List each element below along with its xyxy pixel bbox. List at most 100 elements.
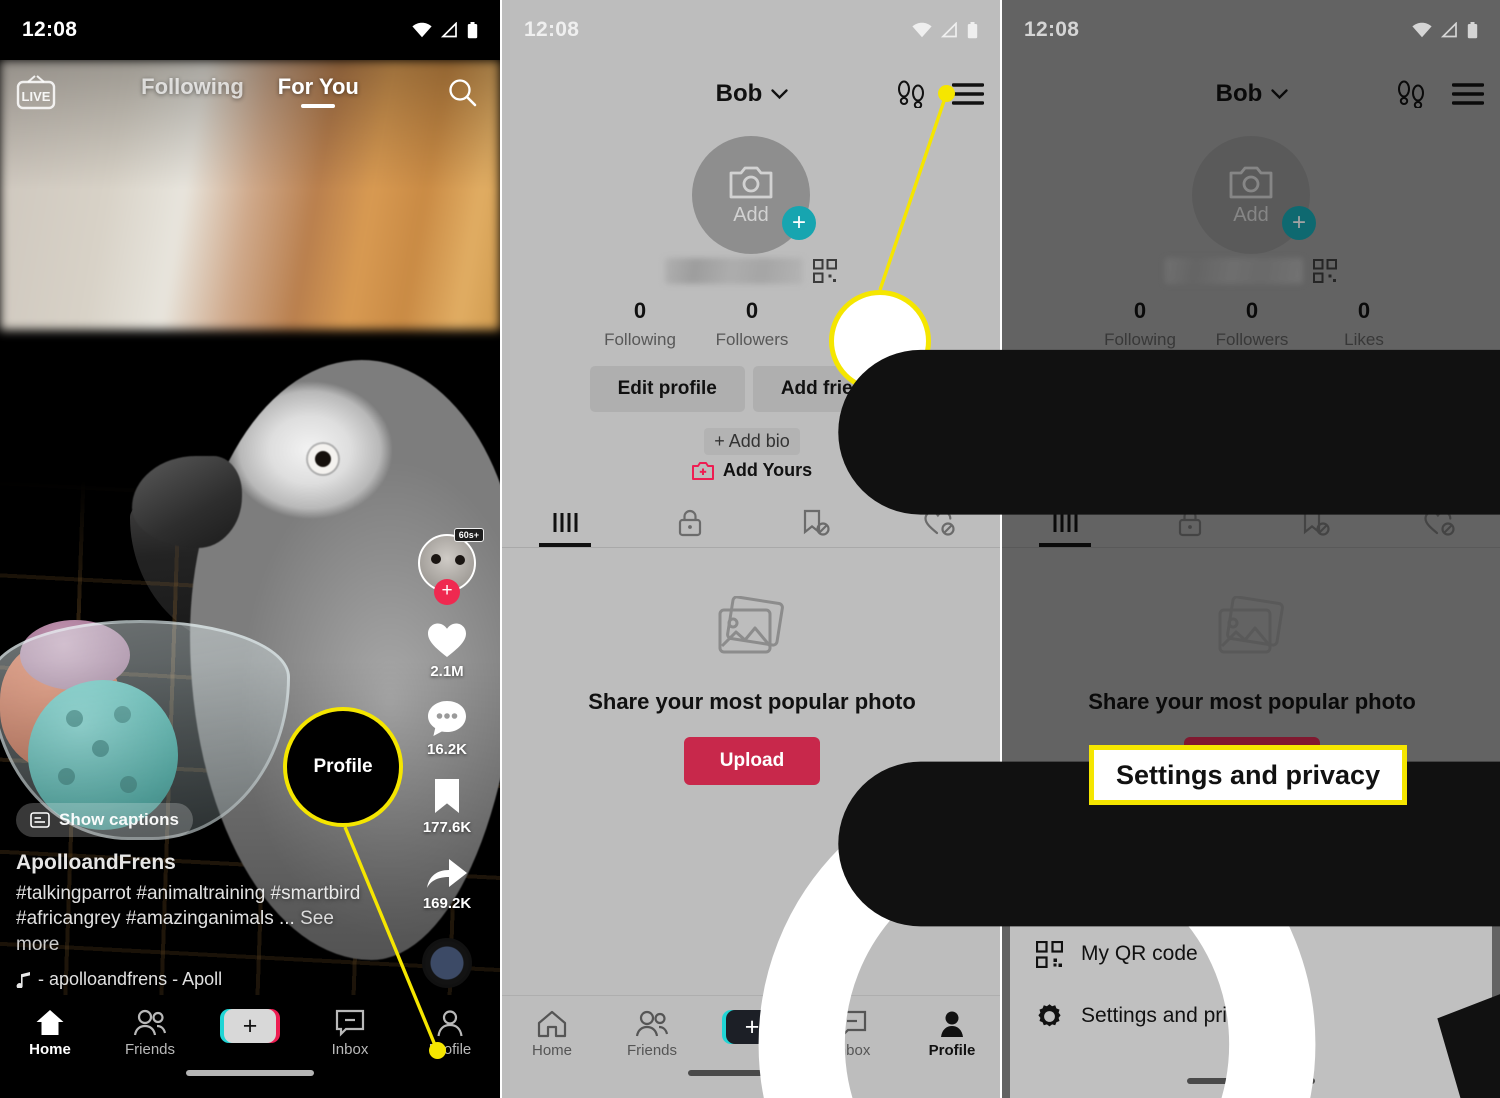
- nav-inbox[interactable]: Inbox: [802, 1010, 902, 1059]
- tab-private[interactable]: [627, 498, 752, 547]
- profile-avatar[interactable]: Add +: [692, 136, 816, 254]
- stat-following[interactable]: 0 Following: [584, 298, 696, 350]
- add-yours-label: Add Yours: [1222, 460, 1313, 480]
- stat-followers[interactable]: 0 Followers: [1196, 298, 1308, 350]
- tab-private[interactable]: [1127, 498, 1252, 547]
- create-plus-icon[interactable]: +: [220, 1009, 280, 1043]
- status-bar: 12:08: [0, 0, 500, 60]
- profile-icon: [437, 1010, 463, 1037]
- hamburger-menu-icon[interactable]: [952, 82, 984, 106]
- gear-icon: [1038, 1003, 1061, 1026]
- add-yours-row[interactable]: Add Yours: [502, 460, 1000, 481]
- stat-following[interactable]: 0 Following: [1084, 298, 1196, 350]
- hamburger-menu-icon[interactable]: [1452, 82, 1484, 106]
- wifi-icon: [1412, 22, 1432, 38]
- comment-action[interactable]: 16.2K: [426, 698, 468, 758]
- profile-bio: + Add bio: [1002, 428, 1500, 455]
- nav-profile-label: Profile: [928, 1042, 976, 1059]
- status-bar: 12:08: [502, 0, 1000, 60]
- tab-liked[interactable]: [1377, 498, 1500, 547]
- stat-followers[interactable]: 0 Followers: [696, 298, 808, 350]
- nav-create[interactable]: +: [702, 1010, 802, 1044]
- nav-home[interactable]: Home: [502, 1010, 602, 1059]
- status-bar-time: 12:08: [524, 18, 580, 41]
- battery-icon: [967, 21, 978, 38]
- create-plus-icon[interactable]: +: [722, 1010, 782, 1044]
- status-bar-time: 12:08: [1024, 18, 1080, 41]
- tab-for-you[interactable]: For You: [278, 74, 359, 108]
- profile-avatar[interactable]: Add +: [1192, 136, 1316, 254]
- show-captions-button[interactable]: Show captions: [16, 803, 193, 838]
- add-bio-button[interactable]: + Add bio: [1204, 428, 1300, 455]
- music-disc-icon[interactable]: [422, 938, 472, 988]
- battery-icon: [1467, 21, 1478, 38]
- nav-create[interactable]: +: [200, 1009, 300, 1043]
- tab-saved[interactable]: [1252, 498, 1377, 547]
- stat-likes[interactable]: 0 Likes: [1308, 298, 1420, 350]
- nav-profile[interactable]: Profile: [902, 1010, 1000, 1059]
- like-action[interactable]: 2.1M: [426, 620, 468, 680]
- profile-action-buttons: Edit profile Add friends: [1002, 366, 1500, 412]
- empty-state-title: Share your most popular photo: [588, 689, 916, 714]
- stat-likes-label: Likes: [1344, 330, 1384, 349]
- bookmark-action[interactable]: 177.6K: [423, 776, 471, 836]
- account-name: Bob: [1215, 80, 1263, 107]
- caption-hashtags[interactable]: #talkingparrot #animaltraining #smartbir…: [16, 881, 376, 957]
- menu-item-creator-tools[interactable]: Creator tools: [1010, 860, 1492, 922]
- tab-posts[interactable]: [502, 498, 627, 547]
- heart-off-icon: [923, 510, 955, 536]
- add-yours-row[interactable]: Add Yours: [1002, 460, 1500, 481]
- avatar-add-button[interactable]: +: [782, 206, 816, 240]
- stat-likes-value: 0: [1357, 298, 1371, 323]
- menu-item-settings-and-privacy-label: Settings and privacy: [1081, 1004, 1271, 1027]
- tab-saved[interactable]: [752, 498, 877, 547]
- edit-profile-button[interactable]: Edit profile: [589, 366, 745, 412]
- avatar-add-button[interactable]: +: [1282, 206, 1316, 240]
- edit-profile-button[interactable]: Edit profile: [1089, 366, 1245, 412]
- stat-following-label: Following: [604, 330, 676, 349]
- add-friends-button[interactable]: Add friends: [1252, 366, 1415, 412]
- profile-action-buttons: Edit profile Add friends: [502, 366, 1000, 412]
- account-switcher[interactable]: Bob: [716, 80, 789, 108]
- heart-icon: [428, 623, 466, 657]
- stat-likes[interactable]: 0 Likes: [808, 298, 920, 350]
- footprints-icon[interactable]: [896, 80, 926, 108]
- nav-friends[interactable]: Friends: [602, 1010, 702, 1059]
- video-action-rail: 60s+ + 2.1M 16.2K 177.6K 169.2K: [408, 528, 486, 988]
- add-bio-button[interactable]: + Add bio: [704, 428, 800, 455]
- upload-button[interactable]: Upload: [683, 737, 821, 785]
- tab-following[interactable]: Following: [141, 74, 244, 108]
- photo-stack-icon: [718, 595, 784, 654]
- qr-code-icon[interactable]: [1313, 259, 1337, 283]
- follow-button[interactable]: +: [434, 579, 460, 605]
- menu-item-my-qr-code[interactable]: My QR code: [1010, 923, 1492, 985]
- wifi-icon: [412, 22, 432, 38]
- tab-liked[interactable]: [877, 498, 1000, 547]
- caption-username[interactable]: ApolloandFrens: [16, 851, 376, 875]
- account-switcher[interactable]: Bob: [1216, 80, 1289, 108]
- feed-tabs: Following For You: [0, 74, 500, 108]
- footprints-icon[interactable]: [1396, 80, 1426, 108]
- add-yours-icon: [691, 461, 714, 480]
- profile-stats: 0 Following 0 Followers 0 Likes: [502, 298, 1000, 350]
- creator-avatar[interactable]: 60s+ +: [418, 528, 484, 605]
- qr-code-icon[interactable]: [813, 259, 837, 283]
- home-indicator: [186, 1070, 314, 1076]
- nav-inbox[interactable]: Inbox: [300, 1009, 400, 1058]
- camera-icon: [1229, 166, 1273, 198]
- comment-count: 16.2K: [426, 741, 468, 758]
- share-action[interactable]: 169.2K: [423, 854, 471, 912]
- status-bar-time: 12:08: [22, 18, 78, 41]
- caption-music[interactable]: - apolloandfrens - Apoll: [16, 969, 376, 990]
- add-friends-button[interactable]: Add friends: [752, 366, 915, 412]
- nav-profile[interactable]: Profile: [400, 1009, 500, 1058]
- tutorial-screenshot: 12:08 LIVE Following For You 60s+ + 2.1M…: [0, 0, 1500, 1098]
- upload-button[interactable]: Upload: [1183, 737, 1321, 785]
- profile-bio: + Add bio: [502, 428, 1000, 455]
- nav-friends[interactable]: Friends: [100, 1009, 200, 1058]
- search-button[interactable]: [446, 76, 478, 113]
- menu-item-settings-and-privacy[interactable]: Settings and privacy: [1010, 985, 1492, 1047]
- nav-home[interactable]: Home: [0, 1009, 100, 1058]
- panel-profile: 12:08 Bob Add + 0 Following 0 Followers …: [500, 0, 1000, 1098]
- tab-posts[interactable]: [1002, 498, 1127, 547]
